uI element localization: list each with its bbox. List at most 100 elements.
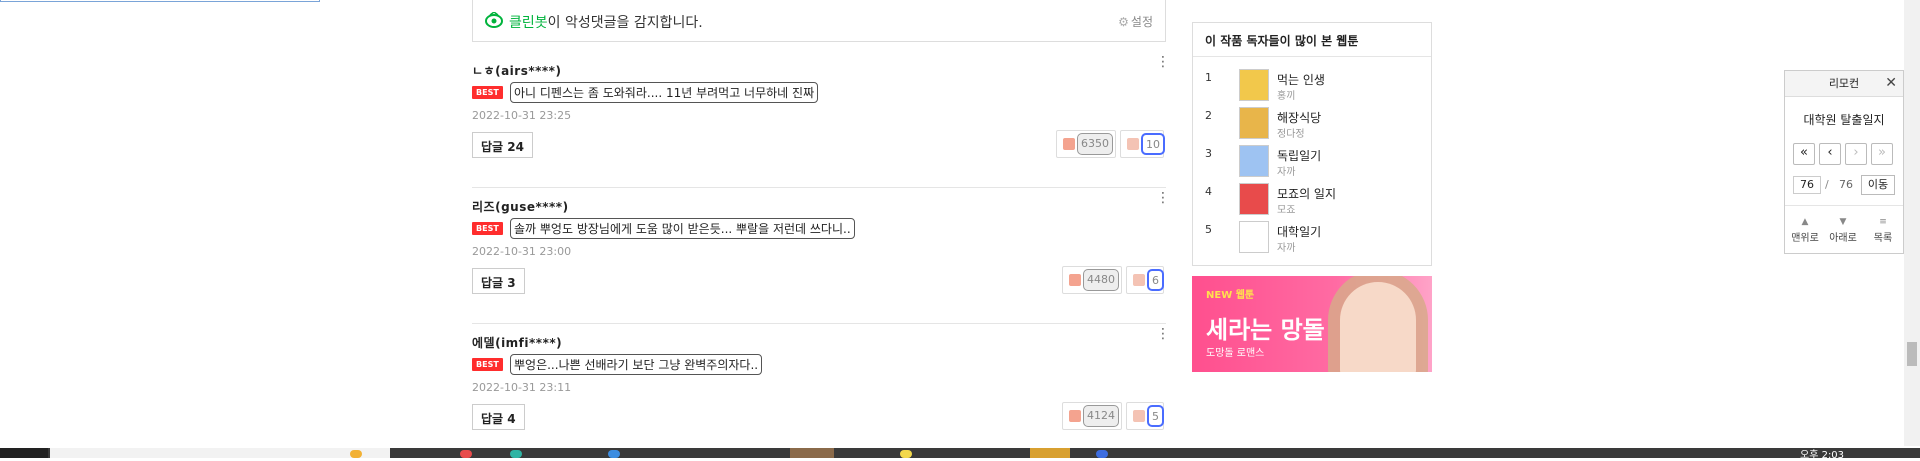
cleanbot-settings-button[interactable]: ⚙ 설정: [1118, 13, 1153, 30]
cleanbot-brand: 클린봇: [509, 15, 548, 31]
cleanbot-notice: 클린봇이 악성댓글을 감지합니다. ⚙ 설정: [472, 0, 1166, 42]
like-count: 4480: [1083, 269, 1119, 291]
related-author: 홍끼: [1277, 91, 1296, 102]
like-count: 4124: [1083, 405, 1119, 427]
related-author: 자까: [1277, 243, 1296, 254]
like-button[interactable]: 4124: [1062, 402, 1122, 430]
thumbs-up-icon: [1063, 138, 1075, 150]
related-webtoons-panel: 이 작품 독자들이 많이 본 웹툰 1 먹는 인생 홍끼 2 해장식당 정다정 …: [1192, 22, 1432, 266]
related-title[interactable]: 독립일기: [1277, 147, 1321, 164]
reply-button[interactable]: 답글 3: [472, 268, 525, 294]
comment-text: 솔까 뿌엉도 방장님에게 도움 많이 받은듯... 뿌랄을 저런데 쓰다니..: [510, 218, 855, 239]
related-title[interactable]: 대학일기: [1277, 223, 1321, 240]
reply-count: 4: [507, 412, 516, 426]
cleanbot-icon: [485, 12, 503, 28]
cleanbot-message: 이 악성댓글을 감지합니다.: [547, 15, 703, 31]
first-episode-button[interactable]: «: [1793, 143, 1815, 165]
banner-tag: NEW 웹툰: [1206, 290, 1255, 301]
close-icon[interactable]: ✕: [1885, 75, 1897, 91]
related-title[interactable]: 먹는 인생: [1277, 71, 1325, 88]
more-options-icon[interactable]: ⋮: [1156, 191, 1170, 205]
taskbar-search[interactable]: [50, 448, 390, 458]
related-item[interactable]: 4 모죠의 일지 모죠: [1205, 183, 1405, 216]
dislike-button[interactable]: 10: [1120, 130, 1165, 158]
comment-nickname[interactable]: ㄴㅎ(airs****): [472, 62, 561, 79]
reply-button[interactable]: 답글 24: [472, 132, 533, 158]
related-thumbnail[interactable]: [1239, 145, 1269, 177]
last-episode-button[interactable]: »: [1871, 143, 1893, 165]
related-rank: 2: [1205, 109, 1212, 122]
page-number-input[interactable]: 76: [1793, 176, 1821, 194]
comment-text: 아니 디펜스는 좀 도와줘라.... 11년 부려먹고 너무하네 진짜: [510, 82, 819, 103]
related-title[interactable]: 모죠의 일지: [1277, 185, 1336, 202]
banner-illustration-face: [1340, 282, 1416, 372]
best-badge: BEST: [472, 86, 503, 99]
related-thumbnail[interactable]: [1239, 69, 1269, 101]
best-badge: BEST: [472, 358, 503, 371]
banner-title: 세라는 망돌: [1206, 316, 1325, 344]
scroll-top-label: 맨위로: [1791, 233, 1819, 244]
scroll-top-button[interactable]: ▲ 맨위로: [1787, 217, 1823, 244]
app-icon[interactable]: [1096, 450, 1108, 458]
list-button[interactable]: ≡ 목록: [1865, 217, 1901, 244]
app-icon-active[interactable]: [790, 448, 834, 458]
comment-item: ㄴㅎ(airs****) ⋮ BEST 아니 디펜스는 좀 도와줘라.... 1…: [472, 52, 1170, 188]
cleanbot-settings-label: 설정: [1130, 15, 1153, 29]
prev-episode-button[interactable]: ‹: [1819, 143, 1841, 165]
dislike-button[interactable]: 5: [1126, 402, 1164, 430]
os-taskbar: 오후 2:03: [0, 448, 1920, 461]
reply-count: 24: [507, 140, 524, 154]
new-webtoon-banner[interactable]: NEW 웹툰 세라는 망돌 도망돌 로맨스: [1192, 276, 1432, 372]
remote-episode-title: 대학원 탈출일지: [1803, 113, 1885, 127]
start-button[interactable]: [0, 448, 48, 458]
comment-text: 뿌엉은...나쁜 선배라기 보단 그냥 완벽주의자다..: [510, 354, 763, 375]
related-item[interactable]: 3 독립일기 자까: [1205, 145, 1405, 178]
comment-nickname[interactable]: 에델(imfi****): [472, 334, 562, 351]
reply-button[interactable]: 답글 4: [472, 404, 525, 430]
next-episode-button[interactable]: ›: [1845, 143, 1867, 165]
thumbs-down-icon: [1133, 274, 1145, 286]
comment-nickname[interactable]: 리즈(guse****): [472, 198, 569, 215]
more-options-icon[interactable]: ⋮: [1156, 55, 1170, 69]
related-thumbnail[interactable]: [1239, 107, 1269, 139]
related-item[interactable]: 5 대학일기 자까: [1205, 221, 1405, 254]
dislike-count: 6: [1147, 269, 1164, 291]
taskbar-clock: 오후 2:03: [1800, 450, 1845, 461]
reply-count: 3: [507, 276, 516, 290]
reply-label: 답글: [481, 412, 504, 426]
comment-date: 2022-10-31 23:11: [472, 381, 572, 394]
related-rank: 5: [1205, 223, 1212, 236]
related-rank: 4: [1205, 185, 1212, 198]
app-icon[interactable]: [460, 450, 472, 458]
scroll-down-button[interactable]: ▼ 아래로: [1825, 217, 1861, 244]
related-thumbnail[interactable]: [1239, 221, 1269, 253]
list-icon: ≡: [1879, 217, 1887, 227]
thumbs-up-icon: [1069, 410, 1081, 422]
go-button[interactable]: 이동: [1861, 175, 1895, 195]
app-icon[interactable]: [900, 450, 912, 458]
scroll-down-label: 아래로: [1829, 233, 1857, 244]
like-button[interactable]: 4480: [1062, 266, 1122, 294]
reply-label: 답글: [481, 276, 504, 290]
remote-control-panel: 리모컨 ✕ 대학원 탈출일지 « ‹ › » 76 / 76 이동 ▲ 맨위로 ▼…: [1784, 70, 1904, 254]
app-icon[interactable]: [350, 450, 362, 458]
comment-item: 에델(imfi****) ⋮ BEST 뿌엉은...나쁜 선배라기 보단 그냥 …: [472, 324, 1170, 460]
related-title[interactable]: 해장식당: [1277, 109, 1321, 126]
app-icon[interactable]: [510, 450, 522, 458]
like-count: 6350: [1077, 133, 1113, 155]
related-item[interactable]: 1 먹는 인생 홍끼: [1205, 69, 1405, 102]
remote-divider: [1785, 205, 1903, 206]
dislike-button[interactable]: 6: [1126, 266, 1164, 294]
app-icon-active[interactable]: [1030, 448, 1070, 458]
scrollbar-thumb[interactable]: [1907, 342, 1917, 366]
app-icon[interactable]: [608, 450, 620, 458]
reply-label: 답글: [481, 140, 504, 154]
related-item[interactable]: 2 해장식당 정다정: [1205, 107, 1405, 140]
page-scrollbar[interactable]: [1904, 0, 1920, 446]
like-button[interactable]: 6350: [1056, 130, 1116, 158]
comment-date: 2022-10-31 23:00: [472, 245, 572, 258]
total-pages: 76: [1839, 178, 1853, 191]
related-thumbnail[interactable]: [1239, 183, 1269, 215]
list-label: 목록: [1873, 233, 1893, 244]
more-options-icon[interactable]: ⋮: [1156, 327, 1170, 341]
